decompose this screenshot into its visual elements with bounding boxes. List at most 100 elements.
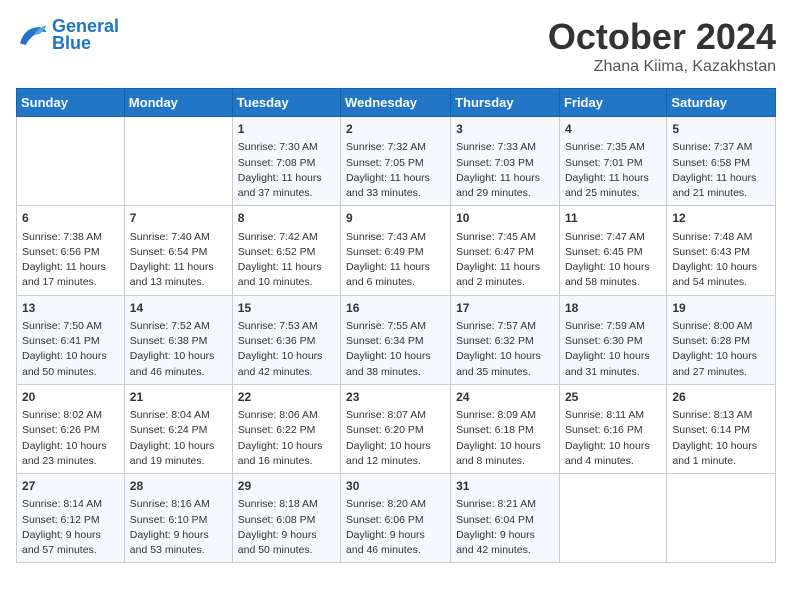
calendar-cell: 16 Sunrise: 7:55 AMSunset: 6:34 PMDayligh…	[341, 295, 451, 384]
month-title: October 2024	[548, 16, 776, 58]
daylight-text: Daylight: 10 hours and 58 minutes.	[565, 260, 661, 290]
daylight-text: Daylight: 11 hours and 17 minutes.	[22, 260, 119, 290]
day-number: 1	[238, 121, 335, 138]
sunrise-text: Sunrise: 8:16 AM	[130, 497, 227, 512]
day-number: 27	[22, 478, 119, 495]
calendar-cell: 7Sunrise: 7:40 AMSunset: 6:54 PMDaylight…	[124, 206, 232, 295]
sunrise-text: Sunrise: 7:42 AM	[238, 230, 335, 245]
daylight-text: Daylight: 10 hours and 54 minutes.	[672, 260, 770, 290]
calendar-cell: 1Sunrise: 7:30 AMSunset: 7:08 PMDaylight…	[232, 117, 340, 206]
sunrise-text: Sunrise: 8:02 AM	[22, 408, 119, 423]
sunset-text: Sunset: 6:04 PM	[456, 513, 554, 528]
calendar-week-row: 27Sunrise: 8:14 AMSunset: 6:12 PMDayligh…	[17, 474, 776, 563]
daylight-text: Daylight: 10 hours and 50 minutes.	[22, 349, 119, 379]
day-number: 2	[346, 121, 445, 138]
calendar-cell: 28Sunrise: 8:16 AMSunset: 6:10 PMDayligh…	[124, 474, 232, 563]
daylight-text: Daylight: 11 hours and 37 minutes.	[238, 171, 335, 201]
day-header-monday: Monday	[124, 89, 232, 117]
calendar-cell: 29Sunrise: 8:18 AMSunset: 6:08 PMDayligh…	[232, 474, 340, 563]
calendar-cell: 11Sunrise: 7:47 AMSunset: 6:45 PMDayligh…	[559, 206, 666, 295]
daylight-text: Daylight: 10 hours and 42 minutes.	[238, 349, 335, 379]
calendar-cell: 15Sunrise: 7:53 AMSunset: 6:36 PMDayligh…	[232, 295, 340, 384]
calendar-cell: 30Sunrise: 8:20 AMSunset: 6:06 PMDayligh…	[341, 474, 451, 563]
sunrise-text: Sunrise: 7:55 AM	[346, 319, 445, 334]
sunset-text: Sunset: 6:22 PM	[238, 423, 335, 438]
sunrise-text: Sunrise: 7:40 AM	[130, 230, 227, 245]
sunset-text: Sunset: 6:24 PM	[130, 423, 227, 438]
day-number: 18	[565, 300, 661, 317]
day-number: 25	[565, 389, 661, 406]
sunrise-text: Sunrise: 7:37 AM	[672, 140, 770, 155]
day-number: 7	[130, 210, 227, 227]
calendar-cell: 8Sunrise: 7:42 AMSunset: 6:52 PMDaylight…	[232, 206, 340, 295]
calendar-cell: 26Sunrise: 8:13 AMSunset: 6:14 PMDayligh…	[667, 384, 776, 473]
sunset-text: Sunset: 7:01 PM	[565, 156, 661, 171]
sunrise-text: Sunrise: 7:38 AM	[22, 230, 119, 245]
calendar-cell	[17, 117, 125, 206]
sunset-text: Sunset: 6:16 PM	[565, 423, 661, 438]
day-number: 20	[22, 389, 119, 406]
daylight-text: Daylight: 11 hours and 25 minutes.	[565, 171, 661, 201]
sunset-text: Sunset: 6:26 PM	[22, 423, 119, 438]
day-number: 14	[130, 300, 227, 317]
daylight-text: Daylight: 11 hours and 33 minutes.	[346, 171, 445, 201]
day-number: 17	[456, 300, 554, 317]
day-number: 16	[346, 300, 445, 317]
sunset-text: Sunset: 6:34 PM	[346, 334, 445, 349]
daylight-text: Daylight: 10 hours and 38 minutes.	[346, 349, 445, 379]
calendar-cell: 4Sunrise: 7:35 AMSunset: 7:01 PMDaylight…	[559, 117, 666, 206]
day-number: 12	[672, 210, 770, 227]
day-header-sunday: Sunday	[17, 89, 125, 117]
daylight-text: Daylight: 9 hours and 57 minutes.	[22, 528, 119, 558]
day-header-saturday: Saturday	[667, 89, 776, 117]
calendar-cell: 31Sunrise: 8:21 AMSunset: 6:04 PMDayligh…	[451, 474, 560, 563]
sunrise-text: Sunrise: 7:50 AM	[22, 319, 119, 334]
daylight-text: Daylight: 11 hours and 10 minutes.	[238, 260, 335, 290]
sunset-text: Sunset: 6:36 PM	[238, 334, 335, 349]
day-number: 4	[565, 121, 661, 138]
sunset-text: Sunset: 6:28 PM	[672, 334, 770, 349]
sunset-text: Sunset: 6:52 PM	[238, 245, 335, 260]
day-number: 5	[672, 121, 770, 138]
sunrise-text: Sunrise: 7:48 AM	[672, 230, 770, 245]
daylight-text: Daylight: 11 hours and 2 minutes.	[456, 260, 554, 290]
day-number: 3	[456, 121, 554, 138]
sunset-text: Sunset: 6:41 PM	[22, 334, 119, 349]
calendar-cell: 12Sunrise: 7:48 AMSunset: 6:43 PMDayligh…	[667, 206, 776, 295]
sunset-text: Sunset: 6:18 PM	[456, 423, 554, 438]
day-number: 26	[672, 389, 770, 406]
sunrise-text: Sunrise: 8:21 AM	[456, 497, 554, 512]
day-header-tuesday: Tuesday	[232, 89, 340, 117]
day-number: 9	[346, 210, 445, 227]
sunrise-text: Sunrise: 7:45 AM	[456, 230, 554, 245]
day-header-thursday: Thursday	[451, 89, 560, 117]
sunrise-text: Sunrise: 8:18 AM	[238, 497, 335, 512]
daylight-text: Daylight: 10 hours and 35 minutes.	[456, 349, 554, 379]
calendar-cell: 21Sunrise: 8:04 AMSunset: 6:24 PMDayligh…	[124, 384, 232, 473]
logo: General Blue	[16, 16, 119, 54]
sunset-text: Sunset: 6:20 PM	[346, 423, 445, 438]
calendar-week-row: 13Sunrise: 7:50 AMSunset: 6:41 PMDayligh…	[17, 295, 776, 384]
sunset-text: Sunset: 7:05 PM	[346, 156, 445, 171]
daylight-text: Daylight: 10 hours and 23 minutes.	[22, 439, 119, 469]
page-header: General Blue October 2024 Zhana Kiima, K…	[16, 16, 776, 76]
sunrise-text: Sunrise: 7:30 AM	[238, 140, 335, 155]
daylight-text: Daylight: 10 hours and 4 minutes.	[565, 439, 661, 469]
calendar-cell: 6Sunrise: 7:38 AMSunset: 6:56 PMDaylight…	[17, 206, 125, 295]
calendar-week-row: 1Sunrise: 7:30 AMSunset: 7:08 PMDaylight…	[17, 117, 776, 206]
calendar-cell: 20 Sunrise: 8:02 AMSunset: 6:26 PMDayligh…	[17, 384, 125, 473]
sunrise-text: Sunrise: 7:47 AM	[565, 230, 661, 245]
day-number: 6	[22, 210, 119, 227]
sunrise-text: Sunrise: 8:20 AM	[346, 497, 445, 512]
day-number: 19	[672, 300, 770, 317]
sunrise-text: Sunrise: 7:59 AM	[565, 319, 661, 334]
daylight-text: Daylight: 10 hours and 16 minutes.	[238, 439, 335, 469]
sunrise-text: Sunrise: 8:04 AM	[130, 408, 227, 423]
day-number: 22	[238, 389, 335, 406]
sunset-text: Sunset: 6:49 PM	[346, 245, 445, 260]
sunset-text: Sunset: 6:14 PM	[672, 423, 770, 438]
calendar-cell: 14Sunrise: 7:52 AMSunset: 6:38 PMDayligh…	[124, 295, 232, 384]
sunset-text: Sunset: 6:54 PM	[130, 245, 227, 260]
sunset-text: Sunset: 6:08 PM	[238, 513, 335, 528]
daylight-text: Daylight: 11 hours and 29 minutes.	[456, 171, 554, 201]
